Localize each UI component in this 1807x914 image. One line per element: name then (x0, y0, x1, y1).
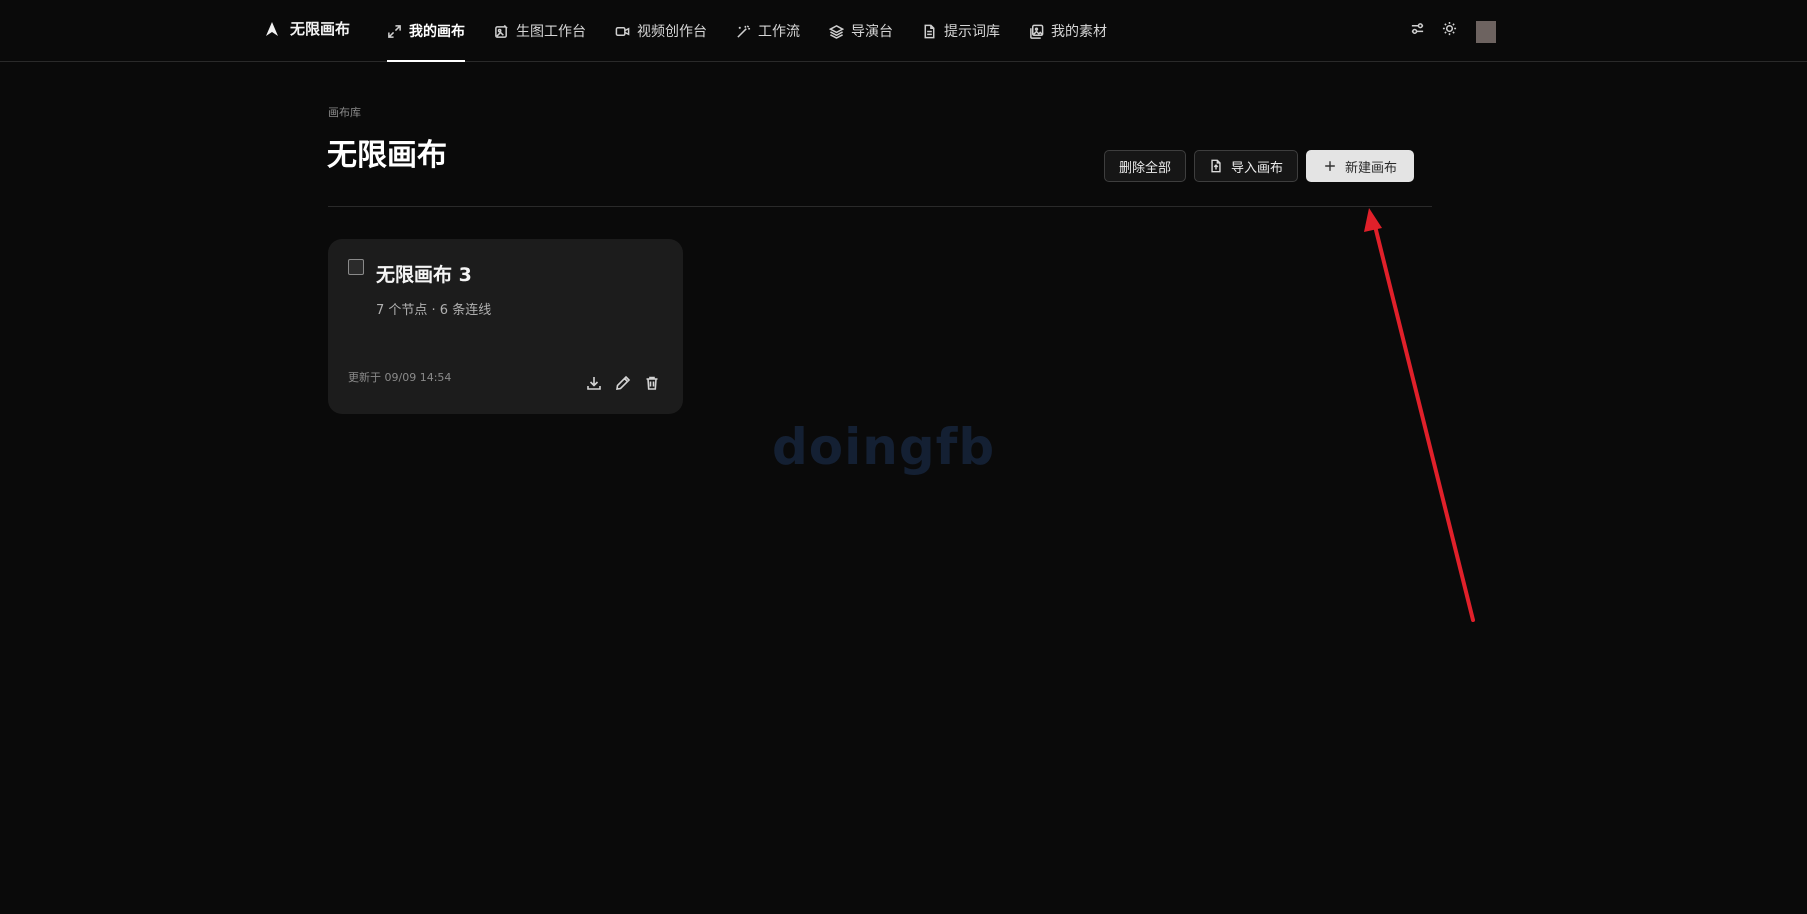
edit-canvas-button[interactable] (614, 374, 632, 392)
settings-button[interactable] (1408, 19, 1426, 37)
nav-item-label: 工作流 (758, 24, 800, 40)
trash-icon (646, 376, 658, 390)
theme-toggle-button[interactable] (1440, 19, 1458, 37)
download-canvas-button[interactable] (585, 374, 603, 392)
download-icon (587, 377, 601, 390)
canvas-updated-time: 更新于 09/09 14:54 (348, 371, 452, 384)
image-edit-icon (495, 24, 508, 38)
avatar[interactable] (1476, 13, 1502, 43)
nav-item-my-canvas[interactable]: 我的画布 (387, 0, 465, 62)
nav-item-video-studio[interactable]: 视频创作台 (615, 0, 707, 62)
nav-item-label: 提示词库 (944, 24, 1000, 40)
nav-item-image-studio[interactable]: 生图工作台 (494, 0, 586, 62)
top-navigation-bar: 无限画布 我的画布 生图工作台 视频创作台 工作流 导演台 提示词库 我的素材 (0, 0, 1807, 62)
new-canvas-button[interactable]: 新建画布 (1306, 150, 1415, 182)
nav-item-my-assets[interactable]: 我的素材 (1029, 0, 1107, 62)
new-canvas-label: 新建画布 (1345, 160, 1398, 176)
expand-arrows-icon (388, 24, 401, 38)
import-canvas-label: 导入画布 (1231, 160, 1284, 176)
main-nav: 我的画布 生图工作台 视频创作台 工作流 导演台 提示词库 我的素材 (387, 0, 1136, 62)
brand-name: 无限画布 (290, 20, 351, 38)
page-title: 无限画布 (327, 138, 447, 173)
header-divider (328, 206, 1432, 207)
document-icon (924, 24, 935, 38)
pencil-icon (616, 375, 631, 390)
video-camera-icon (615, 26, 630, 36)
delete-all-button[interactable]: 删除全部 (1104, 150, 1187, 182)
delete-all-label: 删除全部 (1119, 160, 1172, 176)
nav-item-workflow[interactable]: 工作流 (736, 0, 800, 62)
brand-logo[interactable]: 无限画布 (264, 18, 350, 39)
canvas-select-checkbox[interactable] (348, 259, 364, 275)
magic-wand-icon (737, 24, 751, 38)
canvas-card[interactable]: 无限画布 3 7 个节点 · 6 条连线 更新于 09/09 14:54 (328, 239, 683, 414)
nav-item-label: 导演台 (851, 24, 893, 40)
nav-item-label: 我的画布 (409, 24, 465, 40)
sliders-icon (1411, 22, 1423, 34)
nav-item-label: 生图工作台 (516, 24, 586, 40)
canvas-card-actions (585, 374, 661, 392)
import-canvas-button[interactable]: 导入画布 (1194, 150, 1299, 182)
watermark: doingfb (772, 418, 996, 476)
top-right-controls (1408, 13, 1502, 43)
delete-canvas-button[interactable] (643, 374, 661, 392)
logo-icon (266, 21, 278, 36)
nav-item-director[interactable]: 导演台 (829, 0, 893, 62)
nav-item-label: 视频创作台 (637, 24, 707, 40)
plus-icon (1325, 161, 1335, 171)
page-actions: 删除全部 导入画布 新建画布 (1104, 150, 1415, 182)
breadcrumb: 画布库 (328, 106, 361, 119)
layers-icon (829, 24, 844, 39)
nav-item-prompt-library[interactable]: 提示词库 (922, 0, 1000, 62)
canvas-meta: 7 个节点 · 6 条连线 (376, 303, 492, 318)
file-import-icon (1211, 159, 1221, 173)
sun-icon (1442, 21, 1456, 35)
canvas-title: 无限画布 3 (376, 264, 472, 286)
images-icon (1030, 24, 1044, 39)
nav-item-label: 我的素材 (1051, 24, 1107, 40)
